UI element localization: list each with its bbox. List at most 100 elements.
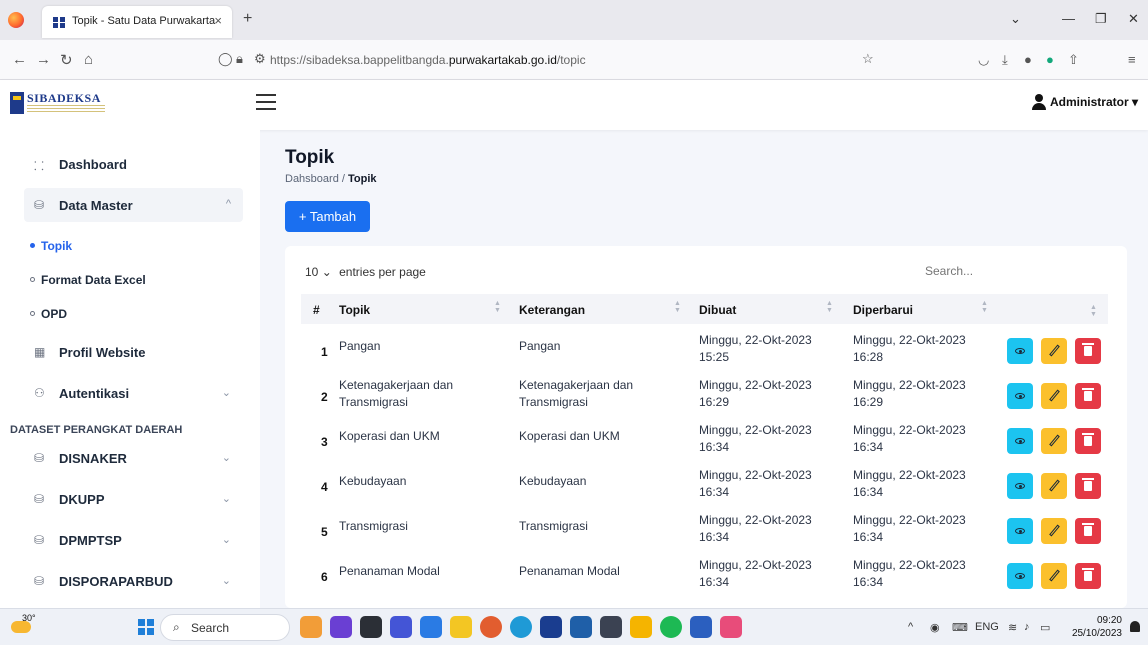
forward-icon[interactable]: → — [36, 51, 51, 68]
taskbar-search[interactable]: ⌕ Search — [160, 614, 290, 641]
sort-icon[interactable]: ▲ ▼ — [494, 300, 501, 314]
delete-button[interactable] — [1075, 338, 1101, 364]
column-header-diperbarui[interactable]: Diperbarui — [853, 303, 913, 317]
keyboard-icon[interactable]: ⌨ — [952, 621, 968, 634]
menu-icon[interactable]: ≡ — [1128, 52, 1136, 67]
sticky-app-icon[interactable] — [630, 616, 652, 638]
windows-start-icon[interactable] — [138, 619, 154, 635]
cell-line: Minggu, 22-Okt-2023 — [699, 513, 812, 527]
sibadeksa-logo[interactable]: SIBADEKSA — [10, 91, 120, 116]
extension-icon[interactable]: ● — [1024, 52, 1032, 67]
view-button[interactable] — [1007, 383, 1033, 409]
edge-app-icon[interactable] — [510, 616, 532, 638]
sidebar-item-disnaker[interactable]: ⛁ DISNAKER ⌄ — [24, 441, 243, 475]
file-explorer-icon[interactable] — [450, 616, 472, 638]
sidebar-subitem-topik[interactable]: Topik — [30, 239, 72, 253]
firefox-taskbar-icon[interactable] — [480, 616, 502, 638]
battery-icon[interactable]: ▭ — [1040, 621, 1050, 634]
wifi-icon[interactable]: ≋ — [1008, 621, 1017, 634]
edit-button[interactable] — [1041, 338, 1067, 364]
hamburger-menu-icon[interactable] — [256, 94, 276, 111]
store-app-icon[interactable] — [330, 616, 352, 638]
cell-line: Minggu, 22-Okt-2023 — [853, 513, 966, 527]
tab-close-icon[interactable]: × — [214, 13, 222, 28]
pocket-icon[interactable]: ◡ — [978, 52, 989, 68]
sidebar-subitem-opd[interactable]: OPD — [30, 307, 67, 321]
sidebar-item-data-master[interactable]: ⛁ Data Master ^ — [24, 188, 243, 222]
notification-bell-icon[interactable] — [1130, 621, 1140, 632]
todo-app-icon[interactable] — [420, 616, 442, 638]
edit-button[interactable] — [1041, 473, 1067, 499]
shield-icon[interactable]: ◯ — [218, 51, 233, 67]
delete-button[interactable] — [1075, 473, 1101, 499]
spotify-app-icon[interactable] — [660, 616, 682, 638]
dropbox-app-icon[interactable] — [540, 616, 562, 638]
volume-icon[interactable]: ♪ — [1024, 621, 1030, 633]
sidebar-subitem-format-data-excel[interactable]: Format Data Excel — [30, 273, 146, 287]
language-indicator[interactable]: ENG — [975, 621, 999, 633]
extension-account-icon[interactable]: ● — [1046, 52, 1054, 67]
add-topic-button[interactable]: + Tambah — [285, 201, 370, 232]
sidebar-item-profil-website[interactable]: ▦ Profil Website — [24, 335, 243, 369]
sidebar-item-autentikasi[interactable]: ⚇ Autentikasi ⌄ — [24, 376, 243, 410]
home-icon[interactable]: ⌂ — [84, 51, 93, 68]
column-header-dibuat[interactable]: Dibuat — [699, 303, 736, 317]
edit-button[interactable] — [1041, 563, 1067, 589]
chat-app-icon[interactable] — [390, 616, 412, 638]
view-button[interactable] — [1007, 338, 1033, 364]
view-button[interactable] — [1007, 473, 1033, 499]
sidebar-item-dkupp[interactable]: ⛁ DKUPP ⌄ — [24, 482, 243, 516]
browser-tab[interactable]: Topik - Satu Data Purwakarta × — [42, 6, 232, 38]
url-bar[interactable]: ◯ 🔒︎ ⚙ https://sibadeksa.bappelitbangda.… — [212, 46, 902, 74]
user-icon[interactable] — [1032, 94, 1046, 110]
per-page-select[interactable]: 10 ⌄ — [305, 265, 332, 279]
view-button[interactable] — [1007, 518, 1033, 544]
tab-list-chevron-icon[interactable]: ⌄ — [1010, 11, 1021, 27]
sidebar-item-disporaparbud[interactable]: ⛁ DISPORAPARBUD ⌄ — [24, 564, 243, 598]
breadcrumb: Dahsboard / Topik — [285, 173, 377, 185]
restore-icon[interactable]: ❐ — [1095, 11, 1107, 27]
close-window-icon[interactable]: ✕ — [1128, 11, 1139, 27]
widgets-app-icon[interactable] — [300, 616, 322, 638]
delete-button[interactable] — [1075, 383, 1101, 409]
edit-button[interactable] — [1041, 383, 1067, 409]
lock-icon[interactable]: 🔒︎ — [236, 51, 243, 67]
edit-button[interactable] — [1041, 518, 1067, 544]
terminal-app-icon[interactable] — [360, 616, 382, 638]
sidebar-item-dashboard[interactable]: ⸬ Dashboard — [24, 147, 243, 181]
sidebar-item-dpmptsp[interactable]: ⛁ DPMPTSP ⌄ — [24, 523, 243, 557]
new-tab-button[interactable]: + — [243, 10, 252, 28]
word-app-icon[interactable] — [690, 616, 712, 638]
sort-icon[interactable]: ▲ ▼ — [674, 300, 681, 314]
bookmark-star-icon[interactable]: ☆ — [862, 51, 874, 67]
column-header-topik[interactable]: Topik — [339, 303, 370, 317]
weather-widget[interactable]: 30° — [10, 613, 36, 637]
sort-icon[interactable]: ▲ ▼ — [1090, 304, 1097, 318]
edit-button[interactable] — [1041, 428, 1067, 454]
back-icon[interactable]: ← — [12, 51, 27, 68]
tray-chevron-icon[interactable]: ^ — [908, 621, 913, 633]
sort-icon[interactable]: ▲ ▼ — [981, 300, 988, 314]
snipping-app-icon[interactable] — [720, 616, 742, 638]
tray-app-icon[interactable]: ◉ — [930, 621, 940, 634]
url-text[interactable]: https://sibadeksa.bappelitbangda.purwaka… — [270, 53, 586, 67]
breadcrumb-home-link[interactable]: Dahsboard — [285, 173, 339, 185]
column-header-number[interactable]: # — [313, 303, 320, 317]
user-menu[interactable]: Administrator ▾ — [1050, 95, 1138, 109]
view-button[interactable] — [1007, 563, 1033, 589]
view-button[interactable] — [1007, 428, 1033, 454]
calculator-app-icon[interactable] — [570, 616, 592, 638]
minimize-icon[interactable]: — — [1062, 11, 1075, 26]
search-input[interactable] — [925, 264, 1045, 278]
delete-button[interactable] — [1075, 518, 1101, 544]
reload-icon[interactable]: ↻ — [60, 51, 73, 69]
clock[interactable]: 09:20 25/10/2023 — [1072, 614, 1122, 640]
sort-icon[interactable]: ▲ ▼ — [826, 300, 833, 314]
share-icon[interactable]: ⇧ — [1068, 52, 1079, 68]
delete-button[interactable] — [1075, 428, 1101, 454]
column-header-keterangan[interactable]: Keterangan — [519, 303, 585, 317]
amazon-app-icon[interactable] — [600, 616, 622, 638]
delete-button[interactable] — [1075, 563, 1101, 589]
downloads-icon[interactable]: ⤓ — [1002, 52, 1008, 68]
permissions-icon[interactable]: ⚙ — [254, 51, 266, 67]
